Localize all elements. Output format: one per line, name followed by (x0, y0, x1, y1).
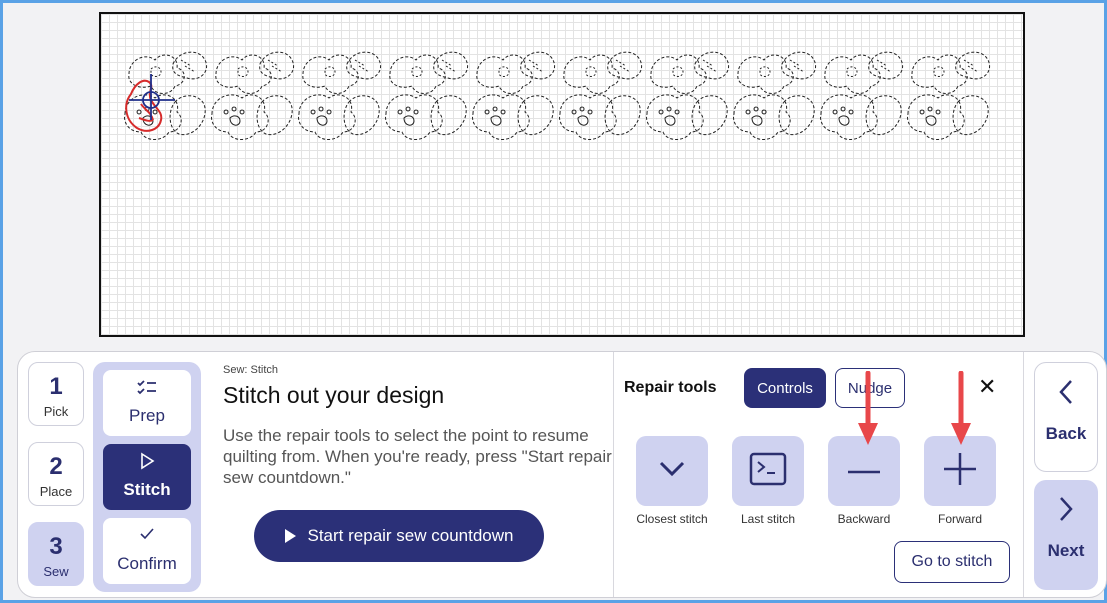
chevron-down-icon (657, 459, 687, 484)
divider (1023, 352, 1024, 597)
play-outline-icon (103, 452, 191, 474)
design-pattern (124, 51, 990, 140)
substep-column: Prep Stitch Confirm (93, 362, 201, 592)
start-repair-sew-button[interactable]: Start repair sew countdown (254, 510, 544, 562)
substep-stitch[interactable]: Stitch (103, 444, 191, 510)
substep-label: Prep (129, 406, 165, 425)
step-label: Place (39, 484, 73, 499)
annotation-arrow-icon (951, 371, 971, 445)
app-frame: 1 Pick 2 Place 3 Sew Prep Stitch Confirm… (0, 0, 1107, 603)
step-pick[interactable]: 1 Pick (28, 362, 84, 426)
tab-controls[interactable]: Controls (744, 368, 826, 408)
check-icon (103, 526, 191, 548)
quilt-canvas[interactable] (99, 12, 1025, 337)
start-repair-label: Start repair sew countdown (307, 526, 514, 545)
step-sew[interactable]: 3 Sew (28, 522, 84, 586)
substep-label: Stitch (123, 480, 171, 499)
step-number: 3 (49, 533, 63, 560)
go-to-stitch-button[interactable]: Go to stitch (894, 541, 1010, 583)
substep-label: Confirm (117, 554, 177, 573)
step-number: 1 (49, 373, 63, 400)
play-icon (284, 529, 296, 543)
divider (613, 352, 614, 597)
next-label: Next (1047, 541, 1085, 560)
step-instructions: Use the repair tools to select the point… (223, 426, 612, 487)
step-description: Sew: Stitch Stitch out your design Use t… (223, 364, 613, 488)
step-label: Pick (43, 404, 69, 419)
step-place[interactable]: 2 Place (28, 442, 84, 506)
back-label: Back (1045, 424, 1087, 443)
last-stitch-button[interactable] (732, 436, 804, 506)
annotation-arrow-icon (858, 371, 878, 445)
step-kicker: Sew: Stitch (223, 364, 279, 376)
next-button[interactable]: Next (1034, 480, 1098, 590)
chevron-right-icon (1034, 496, 1098, 529)
forward-label: Forward (937, 512, 982, 526)
substep-confirm[interactable]: Confirm (103, 518, 191, 584)
repair-tools-title: Repair tools (624, 379, 717, 396)
closest-stitch-label: Closest stitch (636, 512, 708, 526)
back-button[interactable]: Back (1034, 362, 1098, 472)
checklist-icon (103, 378, 191, 400)
backward-label: Backward (837, 512, 891, 526)
step-number: 2 (49, 453, 63, 480)
last-stitch-label: Last stitch (740, 512, 796, 526)
minus-icon (847, 462, 881, 480)
plus-icon (943, 452, 977, 491)
closest-stitch-button[interactable] (636, 436, 708, 506)
substep-prep[interactable]: Prep (103, 370, 191, 436)
chevron-left-icon (1035, 379, 1097, 412)
step-title: Stitch out your design (223, 382, 445, 408)
step-label: Sew (43, 564, 69, 579)
terminal-icon (748, 451, 788, 492)
workflow-panel: 1 Pick 2 Place 3 Sew Prep Stitch Confirm… (17, 351, 1107, 598)
close-icon[interactable]: ✕ (978, 374, 996, 400)
